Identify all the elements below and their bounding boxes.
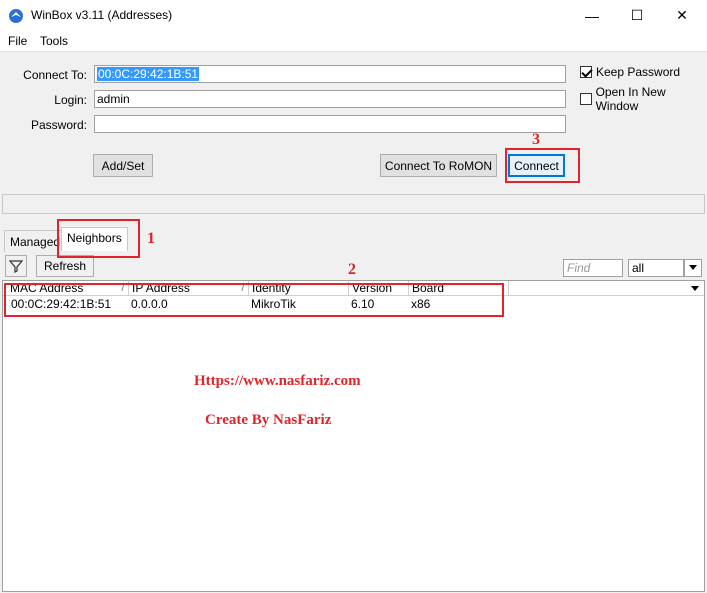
open-new-window-label: Open In New Window xyxy=(595,85,666,113)
minimize-button[interactable]: — xyxy=(569,0,615,31)
column-header-ip[interactable]: IP Address / xyxy=(129,281,249,296)
column-menu-button[interactable] xyxy=(686,281,704,296)
checkbox-unchecked-icon xyxy=(580,93,592,105)
column-header-version[interactable]: Version xyxy=(349,281,409,296)
cell-ip: 0.0.0.0 xyxy=(131,297,168,311)
cell-version: 6.10 xyxy=(351,297,375,311)
step-3-label: 3 xyxy=(532,131,540,148)
sort-icon: / xyxy=(241,283,244,293)
password-input[interactable] xyxy=(94,115,566,133)
menu-bar: File Tools xyxy=(0,31,707,51)
watermark-credit: Create By NasFariz xyxy=(205,412,332,428)
keep-password-label: Keep Password xyxy=(596,65,681,79)
connect-to-input[interactable]: 00:0C:29:42:1B:51 xyxy=(94,65,566,83)
tab-neighbors[interactable]: Neighbors xyxy=(61,227,128,251)
winbox-app-icon xyxy=(9,9,23,23)
open-new-window-checkbox[interactable]: Open In New Window xyxy=(580,85,707,113)
filter-icon xyxy=(9,260,23,273)
checkbox-checked-icon xyxy=(580,66,592,78)
cell-identity: MikroTik xyxy=(251,297,296,311)
neighbors-table: MAC Address / IP Address / Identity Vers… xyxy=(2,280,705,592)
login-input[interactable]: admin xyxy=(94,90,566,108)
connect-to-value: 00:0C:29:42:1B:51 xyxy=(97,67,200,81)
step-1-label: 1 xyxy=(147,230,155,247)
refresh-button[interactable]: Refresh xyxy=(36,255,94,277)
column-header-label: Identity xyxy=(252,281,291,295)
maximize-button[interactable]: ☐ xyxy=(614,0,660,31)
column-header-board[interactable]: Board xyxy=(409,281,509,296)
filter-dropdown-arrow[interactable] xyxy=(684,259,702,277)
menu-tools[interactable]: Tools xyxy=(40,34,68,48)
login-label: Login: xyxy=(54,93,87,107)
filter-select[interactable]: all xyxy=(628,259,684,277)
table-header: MAC Address / IP Address / Identity Vers… xyxy=(3,281,704,296)
table-row[interactable]: 00:0C:29:42:1B:51 0.0.0.0 MikroTik 6.10 … xyxy=(3,297,704,312)
filter-button[interactable] xyxy=(5,255,27,277)
connect-button[interactable]: Connect xyxy=(508,154,565,177)
add-set-button[interactable]: Add/Set xyxy=(93,154,153,177)
column-header-label: Board xyxy=(412,281,445,295)
watermark-url: Https://www.nasfariz.com xyxy=(194,373,361,389)
menu-file[interactable]: File xyxy=(8,34,27,48)
title-bar: WinBox v3.11 (Addresses) — ☐ ✕ xyxy=(0,0,707,31)
sort-icon: / xyxy=(121,283,124,293)
status-bar xyxy=(2,194,705,214)
chevron-down-icon xyxy=(689,265,697,270)
cell-mac: 00:0C:29:42:1B:51 xyxy=(11,297,112,311)
column-header-label: Version xyxy=(352,281,393,295)
connect-to-label: Connect To: xyxy=(23,68,87,82)
chevron-down-icon xyxy=(691,285,699,291)
cell-board: x86 xyxy=(411,297,431,311)
column-header-label: IP Address xyxy=(132,281,190,295)
find-input[interactable]: Find xyxy=(563,259,623,277)
column-header-label: MAC Address xyxy=(10,281,84,295)
tab-managed[interactable]: Managed xyxy=(4,230,67,252)
connect-romon-button[interactable]: Connect To RoMON xyxy=(380,154,497,177)
keep-password-checkbox[interactable]: Keep Password xyxy=(580,65,680,79)
password-label: Password: xyxy=(30,118,87,132)
column-header-identity[interactable]: Identity xyxy=(249,281,349,296)
window-title: WinBox v3.11 (Addresses) xyxy=(31,8,173,22)
close-button[interactable]: ✕ xyxy=(659,0,705,31)
step-2-label: 2 xyxy=(348,261,356,278)
column-header-mac[interactable]: MAC Address / xyxy=(7,281,129,296)
